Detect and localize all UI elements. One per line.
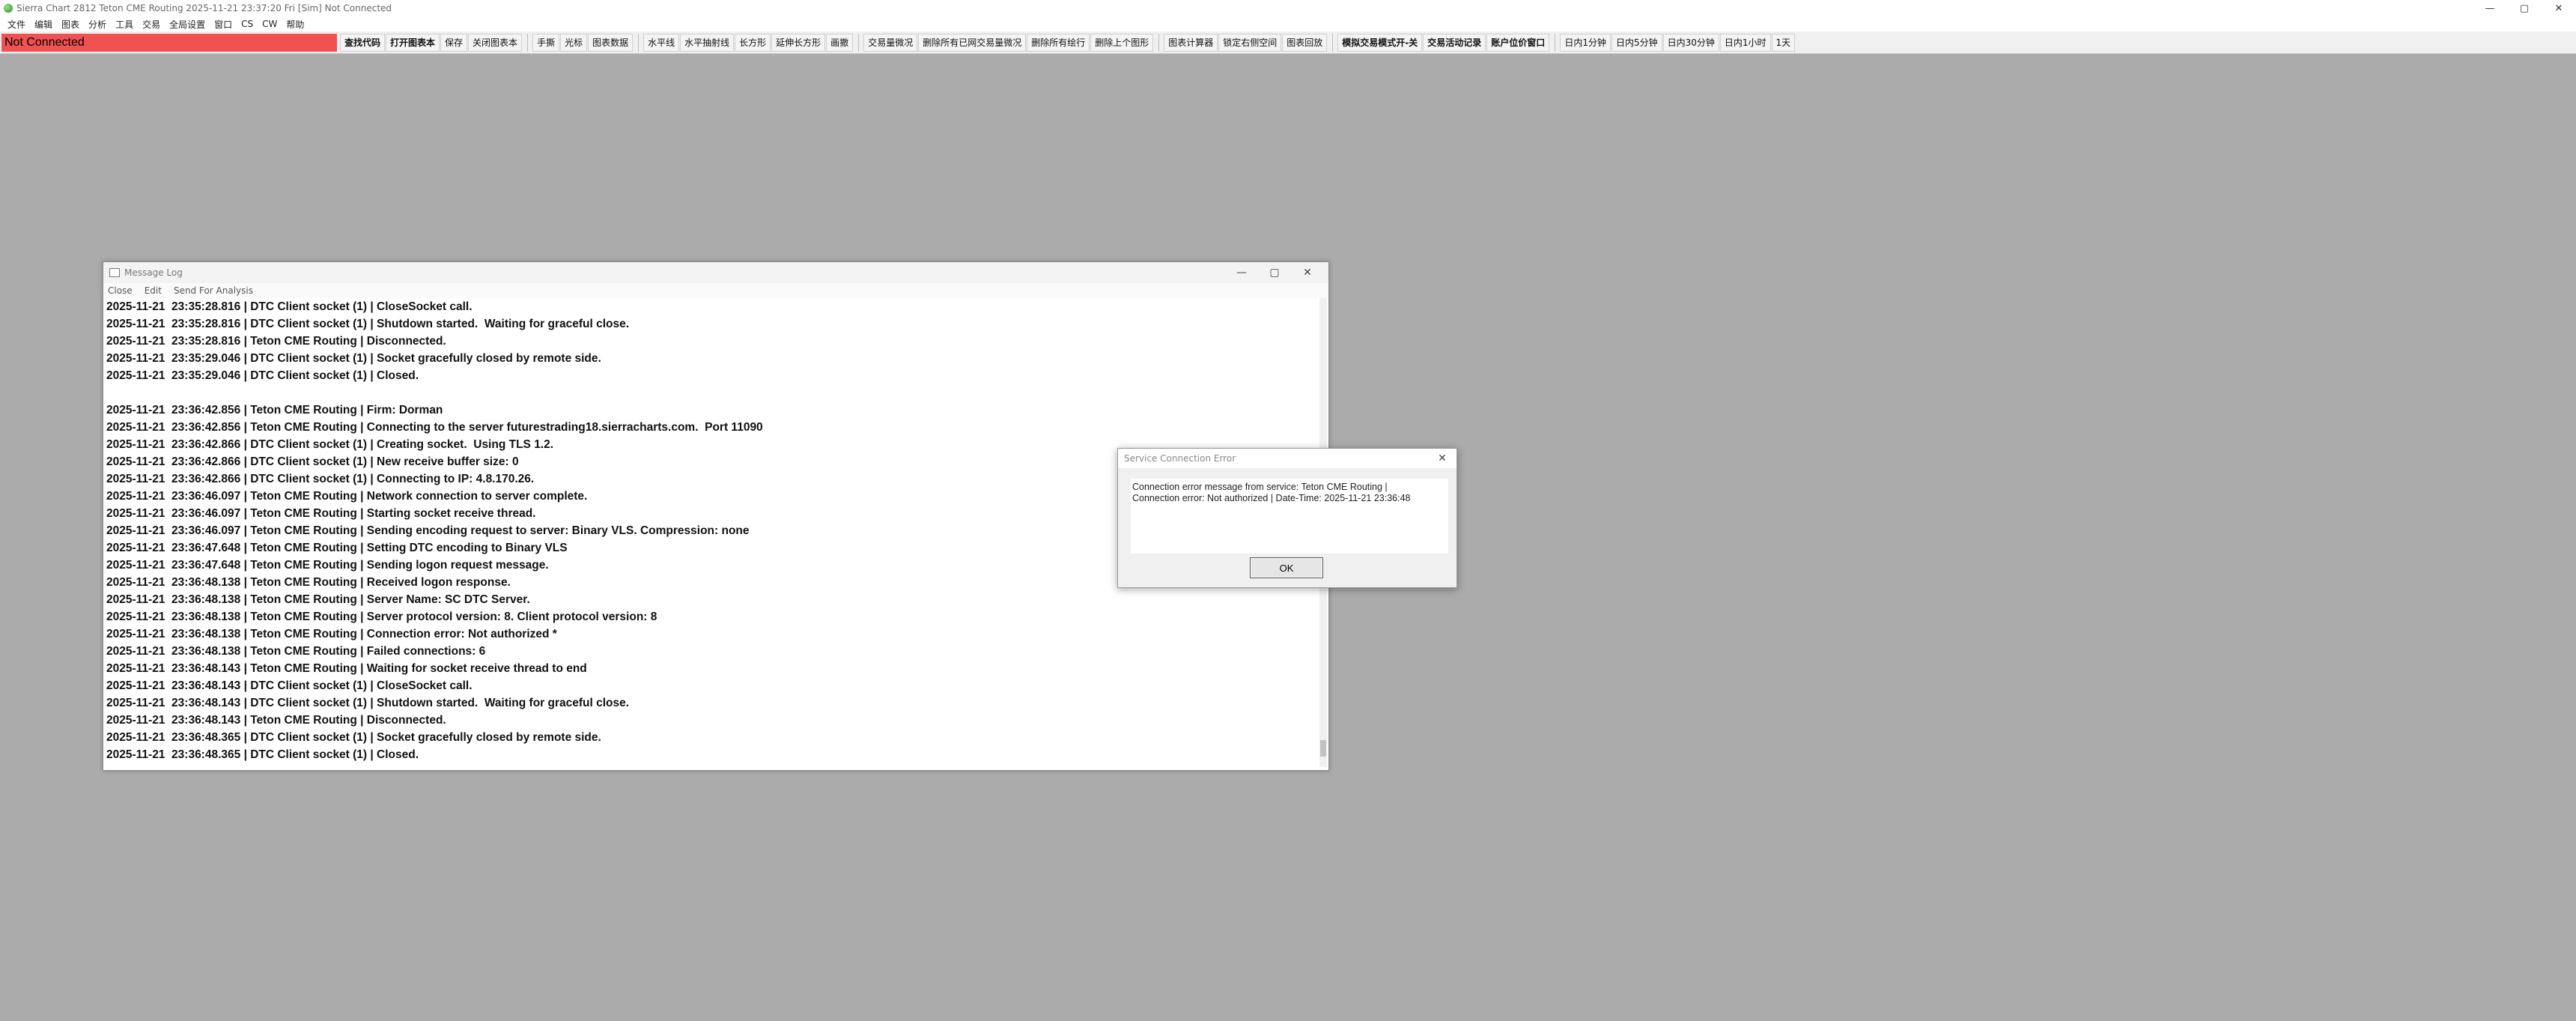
main-toolbar: Not Connected 查找代码 打开图表本 保存 关闭图表本 手撕 光标 图表数据 … [0, 31, 2576, 54]
service-connection-error-dialog: Service Connection Error ✕ Connection er… [1117, 448, 1457, 588]
log-line: 2025-11-21 23:36:42.856 | Teton CME Rout… [106, 404, 443, 416]
toolbar-button[interactable]: 日内5分钟 [1611, 33, 1662, 52]
minimize-button[interactable]: — [2473, 0, 2507, 16]
menu-item[interactable]: CW [258, 19, 282, 29]
toolbar-button[interactable]: 图表计算器 [1164, 33, 1218, 52]
toolbar-button[interactable]: 模拟交易模式开-关 [1337, 33, 1423, 52]
menu-item[interactable]: 工具 [111, 18, 138, 31]
toolbar-divider [1332, 33, 1334, 52]
main-menu-bar: 文件 编辑 图表 分析 工具 交易 全局设置 窗口 CS CW 帮助 [0, 16, 2576, 31]
menu-item[interactable]: 文件 [3, 18, 30, 31]
log-line: 2025-11-21 23:35:29.046 | DTC Client soc… [106, 369, 419, 382]
window-icon [109, 268, 120, 277]
message-log-title-bar[interactable]: Message Log — ▢ ✕ [103, 262, 1328, 283]
toolbar-group-timeframes: 日内1分钟 日内5分钟 日内30分钟 日内1小时 1天 [1560, 33, 1796, 52]
toolbar-group-chart-utils: 图表计算器 锁定右侧空间 图表回放 [1164, 33, 1328, 52]
toolbar-divider [527, 33, 529, 52]
log-line: 2025-11-21 23:36:48.138 | Teton CME Rout… [106, 628, 557, 640]
log-line: 2025-11-21 23:36:48.143 | DTC Client soc… [106, 679, 473, 692]
app-title-bar: Sierra Chart 2812 Teton CME Routing 2025… [0, 0, 2576, 16]
log-line: 2025-11-21 23:36:48.365 | DTC Client soc… [106, 731, 601, 744]
log-line: 2025-11-21 23:35:29.046 | DTC Client soc… [106, 352, 601, 365]
menu-item[interactable]: 全局设置 [165, 18, 210, 31]
connection-status-indicator[interactable]: Not Connected [1, 33, 337, 52]
scrollbar-thumb[interactable] [1320, 740, 1326, 757]
toolbar-button[interactable]: 日内1分钟 [1560, 33, 1611, 52]
maximize-button[interactable]: ▢ [2507, 0, 2542, 16]
close-icon[interactable]: ✕ [1433, 449, 1452, 468]
log-line: 2025-11-21 23:36:48.138 | Teton CME Rout… [106, 645, 486, 658]
close-icon[interactable]: ✕ [1291, 262, 1324, 283]
log-line: 2025-11-21 23:36:48.138 | Teton CME Rout… [106, 593, 530, 606]
dialog-message: Connection error message from service: T… [1131, 479, 1448, 554]
toolbar-button[interactable]: 水平线 [643, 33, 680, 52]
minimize-icon[interactable]: — [1225, 262, 1258, 283]
toolbar-button[interactable]: 日内1小时 [1719, 33, 1771, 52]
log-line: 2025-11-21 23:36:42.856 | Teton CME Rout… [106, 421, 763, 434]
toolbar-button[interactable]: 图表回放 [1282, 33, 1328, 52]
toolbar-button[interactable]: 删除所有绘行 [1027, 33, 1090, 52]
log-line: 2025-11-21 23:36:48.138 | Teton CME Rout… [106, 611, 657, 623]
menu-close[interactable]: Close [108, 285, 133, 296]
toolbar-button[interactable]: 锁定右侧空间 [1218, 33, 1282, 52]
toolbar-divider [858, 33, 860, 52]
toolbar-group-trading: 模拟交易模式开-关 交易活动记录 账户位价窗口 [1337, 33, 1550, 52]
menu-item[interactable]: 分析 [84, 18, 111, 31]
toolbar-group-volume: 交易量微况 删除所有已网交易量微况 删除所有绘行 删除上个图形 [863, 33, 1154, 52]
toolbar-group-tools: 手撕 光标 图表数据 [532, 33, 634, 52]
ok-button[interactable]: OK [1250, 557, 1323, 578]
menu-item[interactable]: 交易 [138, 18, 165, 31]
toolbar-button[interactable]: 长方形 [735, 33, 771, 52]
toolbar-button[interactable]: 账户位价窗口 [1486, 33, 1550, 52]
toolbar-button[interactable]: 删除上个图形 [1090, 33, 1154, 52]
log-line: 2025-11-21 23:36:48.143 | DTC Client soc… [106, 697, 630, 709]
toolbar-button[interactable]: 手撕 [532, 33, 560, 52]
dialog-title: Service Connection Error [1124, 453, 1236, 464]
menu-edit[interactable]: Edit [145, 285, 162, 296]
menu-item[interactable]: 图表 [57, 18, 84, 31]
message-log-title: Message Log [124, 267, 183, 278]
toolbar-button[interactable]: 延伸长方形 [771, 33, 826, 52]
toolbar-button[interactable]: 保存 [440, 33, 468, 52]
message-log-window-controls: — ▢ ✕ [1225, 262, 1324, 283]
window-controls: — ▢ ✕ [2473, 0, 2576, 16]
toolbar-button[interactable]: 关闭图表本 [468, 33, 523, 52]
close-button[interactable]: ✕ [2542, 0, 2576, 16]
menu-send-for-analysis[interactable]: Send For Analysis [174, 285, 253, 296]
toolbar-button[interactable]: 删除所有已网交易量微况 [918, 33, 1027, 52]
log-line: 2025-11-21 23:36:48.365 | DTC Client soc… [106, 748, 419, 761]
toolbar-button[interactable]: 画撤 [826, 33, 854, 52]
log-line: 2025-11-21 23:35:28.816 | DTC Client soc… [106, 318, 630, 330]
window-title: Sierra Chart 2812 Teton CME Routing 2025… [16, 3, 392, 13]
menu-item[interactable]: 帮助 [282, 18, 309, 31]
toolbar-button[interactable]: 图表数据 [588, 33, 634, 52]
log-line: 2025-11-21 23:36:48.143 | Teton CME Rout… [106, 662, 587, 675]
message-log-menu: Close Edit Send For Analysis [103, 283, 1328, 298]
toolbar-button[interactable]: 打开图表本 [386, 33, 440, 52]
dialog-message-line: Connection error: Not authorized | Date-… [1132, 493, 1411, 503]
maximize-icon[interactable]: ▢ [1258, 262, 1291, 283]
menu-item[interactable]: CS [237, 19, 258, 29]
toolbar-button[interactable]: 交易活动记录 [1423, 33, 1486, 52]
log-line: 2025-11-21 23:35:28.816 | Teton CME Rout… [106, 335, 446, 348]
toolbar-divider [638, 33, 640, 52]
menu-item[interactable]: 窗口 [210, 18, 237, 31]
toolbar-button[interactable]: 日内30分钟 [1662, 33, 1719, 52]
toolbar-group-drawing: 水平线 水平抽射线 长方形 延伸长方形 画撤 [643, 33, 854, 52]
toolbar-button[interactable]: 查找代码 [340, 33, 386, 52]
dialog-title-bar[interactable]: Service Connection Error ✕ [1118, 449, 1456, 468]
toolbar-button[interactable]: 水平抽射线 [680, 33, 735, 52]
dialog-message-line: Connection error message from service: T… [1132, 482, 1388, 492]
toolbar-button[interactable]: 光标 [560, 33, 588, 52]
menu-item[interactable]: 编辑 [30, 18, 57, 31]
toolbar-group-chartbook: 查找代码 打开图表本 保存 关闭图表本 [340, 33, 523, 52]
log-line: 2025-11-21 23:35:28.816 | DTC Client soc… [106, 300, 473, 313]
sierra-chart-app-icon [4, 4, 13, 13]
toolbar-button[interactable]: 交易量微况 [863, 33, 918, 52]
toolbar-divider [1158, 33, 1160, 52]
toolbar-button[interactable]: 1天 [1771, 33, 1796, 52]
log-line: 2025-11-21 23:36:48.143 | Teton CME Rout… [106, 714, 446, 727]
